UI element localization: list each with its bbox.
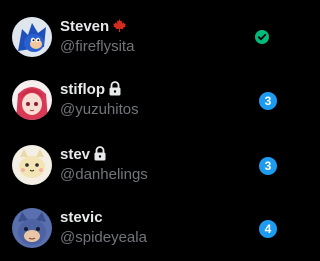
check-icon <box>255 30 269 44</box>
handle: @danhelings <box>60 166 148 183</box>
avatar-blue-hedgehog-image <box>12 17 52 57</box>
lock-icon <box>93 146 107 166</box>
account-row-steven[interactable]: Steven @fireflysita <box>0 5 297 69</box>
display-name: stiflop <box>60 81 122 101</box>
avatar <box>12 145 52 185</box>
notification-count-badge: 3 <box>259 157 277 175</box>
handle: @spideyeala <box>60 229 147 246</box>
notification-count-badge: 3 <box>259 92 277 110</box>
maple-leaf-icon <box>112 18 127 38</box>
notification-count-badge: 4 <box>259 220 277 238</box>
lock-icon <box>108 81 122 101</box>
account-switcher-list: Steven @fireflysita stiflop @yuzuhitos 3 <box>0 0 297 261</box>
account-row-stev[interactable]: stev @danhelings 3 <box>0 133 297 197</box>
display-name: Steven <box>60 18 127 38</box>
account-row-stiflop[interactable]: stiflop @yuzuhitos 3 <box>0 68 297 132</box>
avatar-blue-cat-image <box>12 208 52 248</box>
handle: @yuzuhitos <box>60 101 139 118</box>
display-name: stev <box>60 146 107 166</box>
avatar <box>12 80 52 120</box>
avatar-cat-sticker-image <box>12 145 52 185</box>
handle: @fireflysita <box>60 38 135 55</box>
avatar <box>12 208 52 248</box>
account-row-stevic[interactable]: stevic @spideyeala 4 <box>0 196 297 260</box>
display-name: stevic <box>60 209 103 226</box>
avatar <box>12 17 52 57</box>
avatar-red-hair-anime-image <box>12 80 52 120</box>
